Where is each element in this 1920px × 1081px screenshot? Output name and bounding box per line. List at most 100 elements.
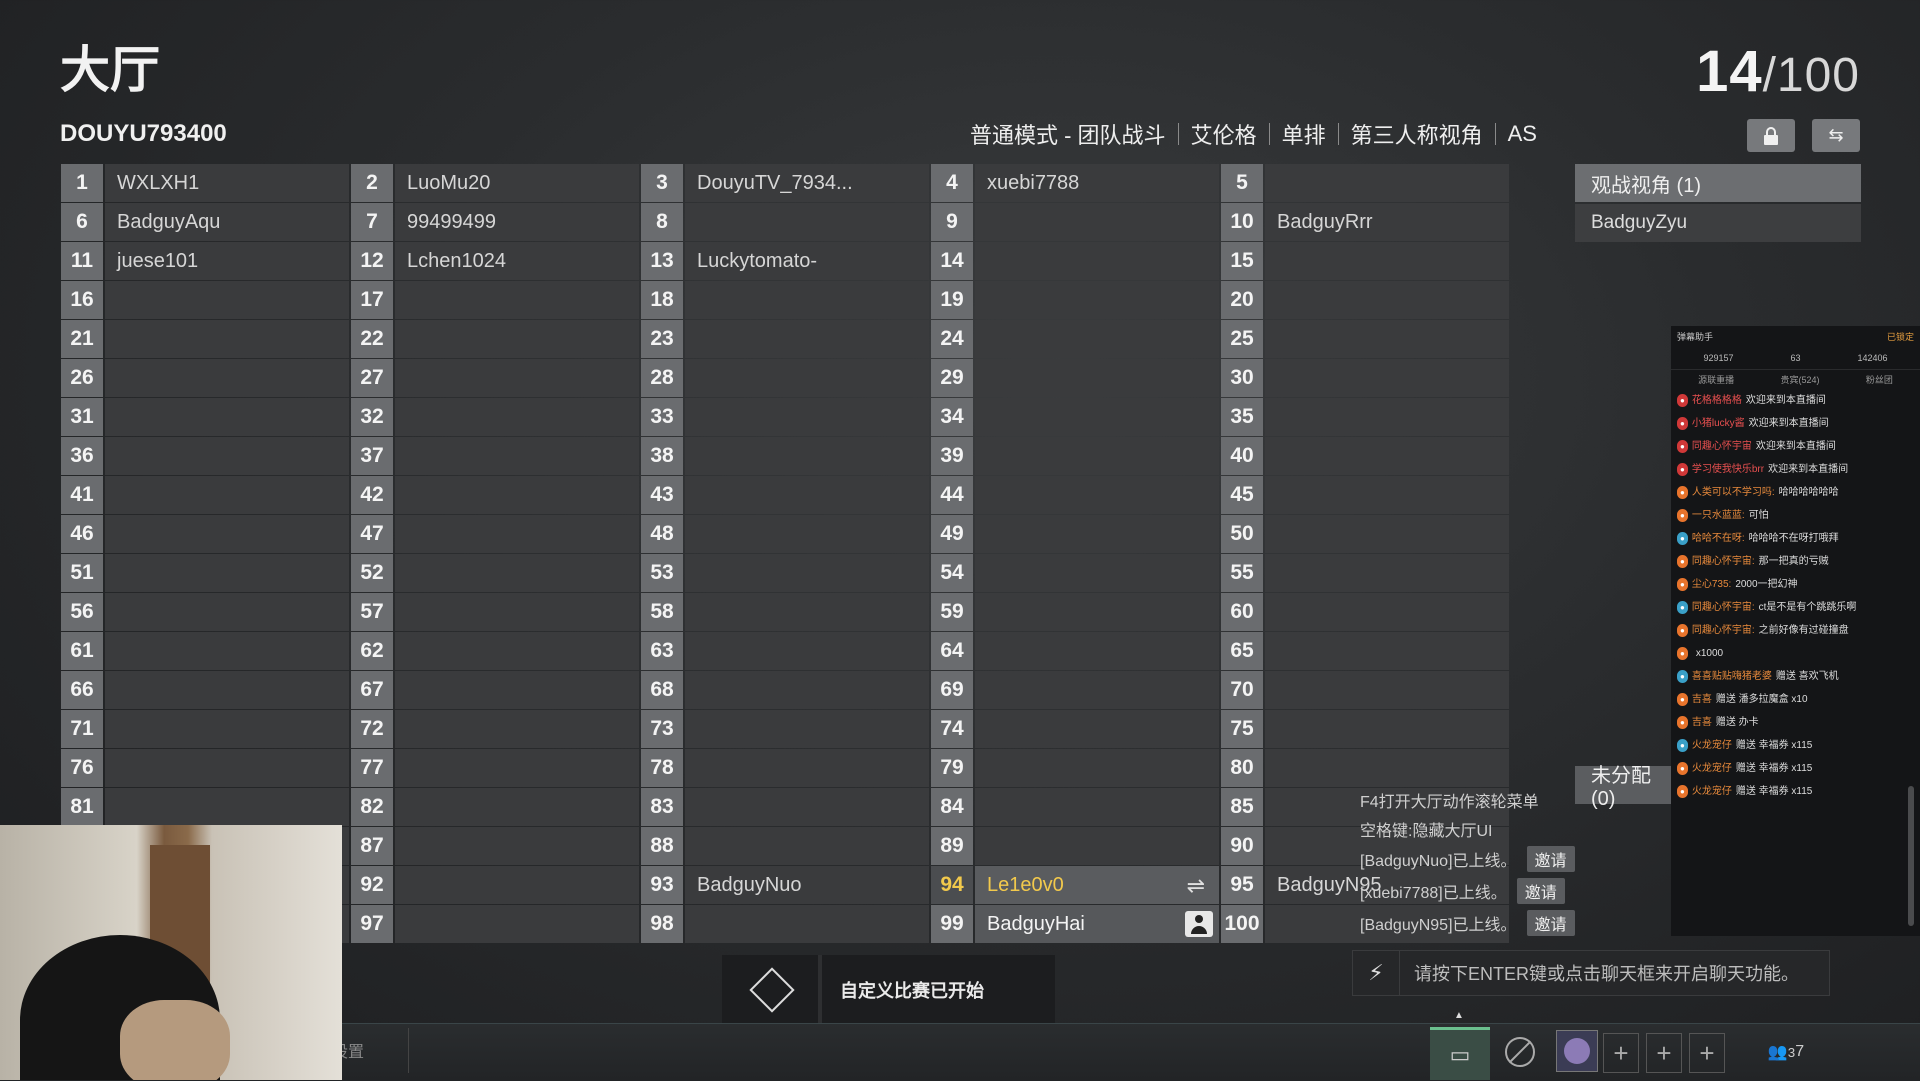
slot-player-name[interactable] — [395, 398, 639, 436]
overlay-tab-0[interactable]: 源联重播 — [1698, 373, 1734, 386]
slot-player-name[interactable] — [685, 476, 929, 514]
slot-player-name[interactable] — [685, 710, 929, 748]
slot-player-name[interactable] — [1265, 749, 1509, 787]
slot-21[interactable]: 21 — [61, 320, 351, 358]
slot-player-name[interactable] — [685, 749, 929, 787]
slot-player-name[interactable] — [395, 554, 639, 592]
slot-player-name[interactable] — [685, 320, 929, 358]
slot-player-name[interactable] — [975, 242, 1219, 280]
slot-89[interactable]: 89 — [931, 827, 1221, 865]
slot-6[interactable]: 6 BadguyAqu — [61, 203, 351, 241]
slot-player-name[interactable] — [105, 476, 349, 514]
slot-player-name[interactable] — [395, 515, 639, 553]
slot-72[interactable]: 72 — [351, 710, 641, 748]
slot-player-name[interactable] — [975, 359, 1219, 397]
slot-player-name[interactable] — [685, 632, 929, 670]
add-party-slot-button[interactable]: + — [1646, 1033, 1682, 1073]
slot-player-name[interactable] — [1265, 437, 1509, 475]
slot-59[interactable]: 59 — [931, 593, 1221, 631]
overlay-tab-1[interactable]: 贵宾(524) — [1780, 373, 1819, 386]
slot-1[interactable]: 1 WXLXH1 — [61, 164, 351, 202]
slot-43[interactable]: 43 — [641, 476, 931, 514]
slot-player-name[interactable] — [685, 788, 929, 826]
slot-player-name[interactable] — [395, 359, 639, 397]
slot-55[interactable]: 55 — [1221, 554, 1511, 592]
slot-78[interactable]: 78 — [641, 749, 931, 787]
slot-player-name[interactable] — [105, 671, 349, 709]
overlay-tab-2[interactable]: 粉丝团 — [1866, 373, 1893, 386]
slot-7[interactable]: 7 99499499 — [351, 203, 641, 241]
slot-player-name[interactable] — [1265, 398, 1509, 436]
slot-player-name[interactable] — [975, 593, 1219, 631]
chat-input[interactable]: ⚡ 请按下ENTER键或点击聊天框来开启聊天功能。 — [1352, 950, 1830, 996]
slot-player-name[interactable] — [975, 554, 1219, 592]
slot-player-name[interactable] — [1265, 671, 1509, 709]
slot-13[interactable]: 13 Luckytomato- — [641, 242, 931, 280]
slot-player-name[interactable] — [1265, 554, 1509, 592]
slot-player-name[interactable] — [1265, 320, 1509, 358]
slot-player-name[interactable] — [395, 437, 639, 475]
slot-44[interactable]: 44 — [931, 476, 1221, 514]
slot-23[interactable]: 23 — [641, 320, 931, 358]
slot-player-name[interactable]: 99499499 — [395, 203, 639, 241]
slot-player-name[interactable] — [685, 359, 929, 397]
slot-64[interactable]: 64 — [931, 632, 1221, 670]
slot-player-name[interactable] — [395, 632, 639, 670]
slot-player-name[interactable]: BadguyNuo — [685, 866, 929, 904]
slot-83[interactable]: 83 — [641, 788, 931, 826]
slot-18[interactable]: 18 — [641, 281, 931, 319]
slot-player-name[interactable] — [685, 554, 929, 592]
unassigned-header[interactable]: 未分配 (0) — [1575, 765, 1675, 810]
slot-39[interactable]: 39 — [931, 437, 1221, 475]
slot-47[interactable]: 47 — [351, 515, 641, 553]
slot-player-name[interactable] — [105, 788, 349, 826]
slot-57[interactable]: 57 — [351, 593, 641, 631]
slot-97[interactable]: 97 — [351, 905, 641, 943]
slot-49[interactable]: 49 — [931, 515, 1221, 553]
slot-51[interactable]: 51 — [61, 554, 351, 592]
slot-player-name[interactable] — [975, 827, 1219, 865]
slot-player-name[interactable] — [685, 827, 929, 865]
slot-player-name[interactable] — [685, 398, 929, 436]
slot-46[interactable]: 46 — [61, 515, 351, 553]
invite-button[interactable]: 邀请 — [1526, 846, 1575, 872]
slot-10[interactable]: 10 BadguyRrr — [1221, 203, 1511, 241]
slot-8[interactable]: 8 — [641, 203, 931, 241]
slot-player-name[interactable] — [975, 203, 1219, 241]
slot-player-name[interactable] — [105, 515, 349, 553]
slot-84[interactable]: 84 — [931, 788, 1221, 826]
slot-24[interactable]: 24 — [931, 320, 1221, 358]
slot-player-name[interactable] — [105, 320, 349, 358]
slot-3[interactable]: 3 DouyuTV_7934... — [641, 164, 931, 202]
slot-player-name[interactable] — [395, 905, 639, 943]
slot-player-name[interactable] — [395, 281, 639, 319]
slot-22[interactable]: 22 — [351, 320, 641, 358]
slot-player-name[interactable] — [395, 671, 639, 709]
slot-player-name[interactable] — [975, 749, 1219, 787]
slot-player-name[interactable] — [395, 476, 639, 514]
slot-player-name[interactable] — [685, 671, 929, 709]
slot-40[interactable]: 40 — [1221, 437, 1511, 475]
slot-76[interactable]: 76 — [61, 749, 351, 787]
slot-player-name[interactable] — [975, 476, 1219, 514]
slot-player-name[interactable] — [105, 593, 349, 631]
lock-button[interactable] — [1747, 119, 1795, 152]
slot-65[interactable]: 65 — [1221, 632, 1511, 670]
slot-74[interactable]: 74 — [931, 710, 1221, 748]
slot-12[interactable]: 12 Lchen1024 — [351, 242, 641, 280]
slot-player-name[interactable] — [1265, 281, 1509, 319]
slot-30[interactable]: 30 — [1221, 359, 1511, 397]
overlay-lock-status[interactable]: 已锁定 — [1887, 330, 1914, 343]
slot-player-name[interactable] — [975, 437, 1219, 475]
slot-player-name[interactable] — [1265, 242, 1509, 280]
slot-player-name[interactable] — [395, 593, 639, 631]
slot-94[interactable]: 94 Le1e0v0 ⇌ — [931, 866, 1221, 904]
slot-14[interactable]: 14 — [931, 242, 1221, 280]
slot-16[interactable]: 16 — [61, 281, 351, 319]
party-avatar[interactable] — [1556, 1030, 1598, 1072]
slot-62[interactable]: 62 — [351, 632, 641, 670]
slot-80[interactable]: 80 — [1221, 749, 1511, 787]
slot-player-name[interactable] — [105, 632, 349, 670]
slot-player-name[interactable]: juese101 — [105, 242, 349, 280]
slot-33[interactable]: 33 — [641, 398, 931, 436]
